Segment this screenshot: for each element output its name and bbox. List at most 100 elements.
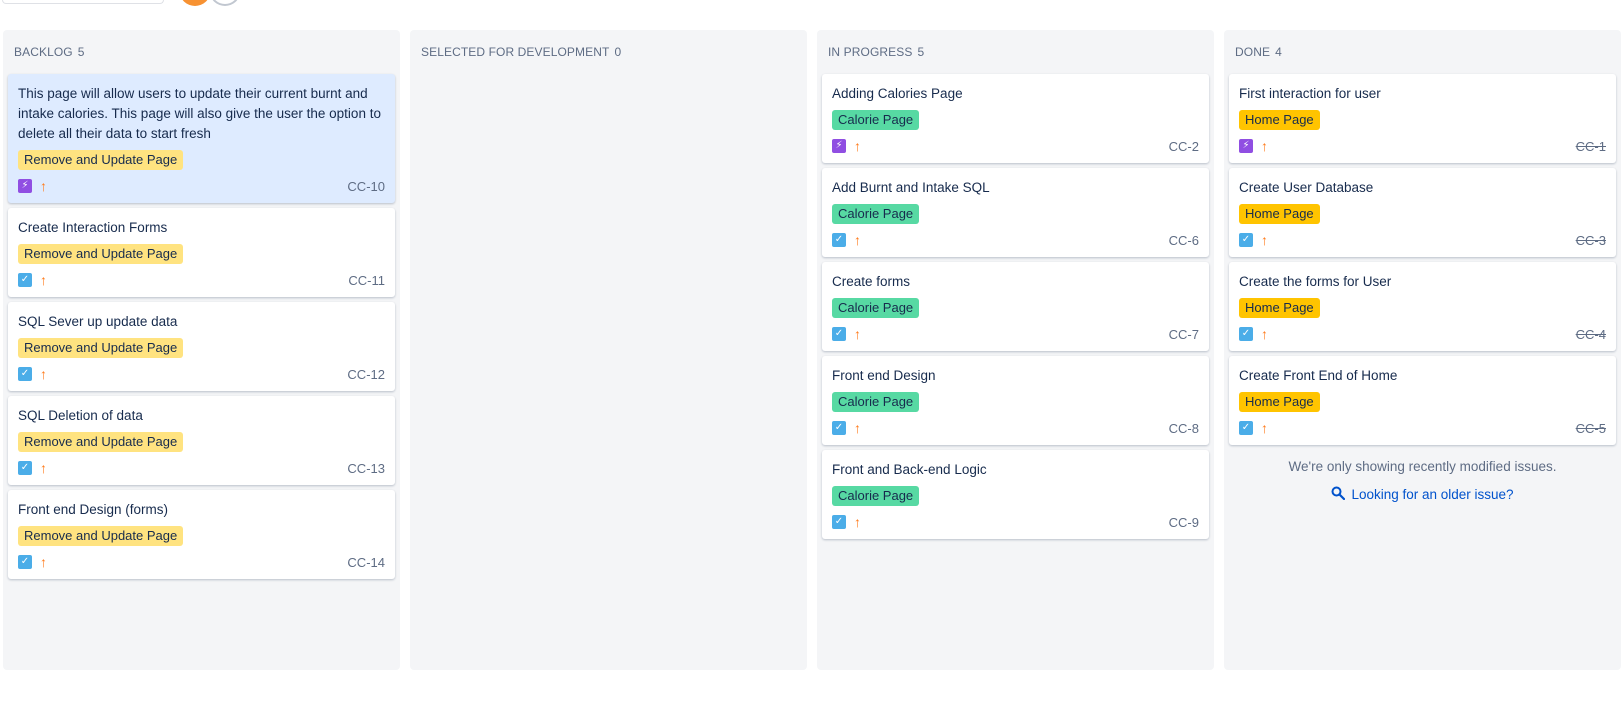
checkbox-icon: ✓ [832, 515, 846, 529]
card-footer: ✓ ↑ CC-6 [832, 231, 1199, 249]
issue-key[interactable]: CC-10 [347, 179, 385, 194]
column-selected-for-development[interactable]: SELECTED FOR DEVELOPMENT 0 [410, 30, 807, 670]
column-header: IN PROGRESS 5 [822, 30, 1209, 74]
card-title: SQL Sever up update data [18, 314, 178, 329]
older-issue-link[interactable]: Looking for an older issue? [1229, 486, 1616, 503]
issue-card[interactable]: Create Front End of Home Home Page ✓ ↑ C… [1229, 356, 1616, 445]
issue-card[interactable]: Front and Back-end Logic Calorie Page ✓ … [822, 450, 1209, 539]
card-title: Front and Back-end Logic [832, 462, 987, 477]
issue-key[interactable]: CC-6 [1169, 233, 1199, 248]
column-done: DONE 4 First interaction for user Home P… [1224, 30, 1621, 670]
card-title: Create the forms for User [1239, 274, 1392, 289]
card-title: Add Burnt and Intake SQL [832, 180, 990, 195]
avatar[interactable] [180, 0, 210, 6]
issue-card[interactable]: Front end Design (forms) Remove and Upda… [8, 490, 395, 579]
card-footer: ✓ ↑ CC-13 [18, 459, 385, 477]
issue-key[interactable]: CC-13 [347, 461, 385, 476]
issue-card[interactable]: Adding Calories Page Calorie Page ⚡ ↑ CC… [822, 74, 1209, 163]
arrow-up-icon: ↑ [854, 420, 861, 436]
epic-label: Calorie Page [832, 486, 920, 506]
card-footer: ⚡ ↑ CC-2 [832, 137, 1199, 155]
arrow-up-icon: ↑ [40, 366, 47, 382]
arrow-up-icon: ↑ [1261, 326, 1268, 342]
epic-label: Calorie Page [832, 110, 920, 130]
lightning-icon: ⚡ [18, 179, 32, 193]
card-footer: ✓ ↑ CC-14 [18, 553, 385, 571]
column-backlog: BACKLOG 5 This page will allow users to … [3, 30, 400, 670]
issue-card[interactable]: First interaction for user Home Page ⚡ ↑… [1229, 74, 1616, 163]
issue-key[interactable]: CC-12 [347, 367, 385, 382]
column-title: DONE [1235, 45, 1271, 59]
issue-card[interactable]: Create forms Calorie Page ✓ ↑ CC-7 [822, 262, 1209, 351]
epic-label: Remove and Update Page [18, 432, 184, 452]
arrow-up-icon: ↑ [854, 138, 861, 154]
card-footer: ✓ ↑ CC-11 [18, 271, 385, 289]
avatar[interactable] [210, 0, 240, 6]
arrow-up-icon: ↑ [854, 514, 861, 530]
card-footer: ✓ ↑ CC-12 [18, 365, 385, 383]
column-header: DONE 4 [1229, 30, 1616, 74]
checkbox-icon: ✓ [18, 461, 32, 475]
epic-label: Calorie Page [832, 298, 920, 318]
arrow-up-icon: ↑ [1261, 138, 1268, 154]
issue-key[interactable]: CC-11 [348, 273, 385, 288]
issue-key[interactable]: CC-9 [1169, 515, 1199, 530]
arrow-up-icon: ↑ [1261, 232, 1268, 248]
card-title: This page will allow users to update the… [18, 86, 381, 141]
lightning-icon: ⚡ [832, 139, 846, 153]
issue-key[interactable]: CC-2 [1169, 139, 1199, 154]
older-issue-link-label[interactable]: Looking for an older issue? [1351, 487, 1513, 502]
card-footer: ✓ ↑ CC-9 [832, 513, 1199, 531]
card-title: Create forms [832, 274, 911, 289]
card-title: Adding Calories Page [832, 86, 963, 101]
column-title: BACKLOG [14, 45, 73, 59]
checkbox-icon: ✓ [18, 367, 32, 381]
column-header: SELECTED FOR DEVELOPMENT 0 [415, 30, 802, 74]
column-count: 5 [917, 45, 925, 59]
top-toolbar [0, 0, 1622, 12]
card-title: Front end Design [832, 368, 936, 383]
issue-card[interactable]: SQL Sever up update data Remove and Upda… [8, 302, 395, 391]
issue-key[interactable]: CC-1 [1576, 139, 1606, 154]
issue-key[interactable]: CC-7 [1169, 327, 1199, 342]
issue-key[interactable]: CC-8 [1169, 421, 1199, 436]
checkbox-icon: ✓ [1239, 233, 1253, 247]
arrow-up-icon: ↑ [40, 272, 47, 288]
search-icon [1331, 486, 1346, 503]
checkbox-icon: ✓ [1239, 327, 1253, 341]
issue-card[interactable]: Add Burnt and Intake SQL Calorie Page ✓ … [822, 168, 1209, 257]
card-title: Front end Design (forms) [18, 502, 169, 517]
issue-card[interactable]: This page will allow users to update the… [8, 74, 395, 203]
epic-label: Remove and Update Page [18, 150, 184, 170]
epic-label: Remove and Update Page [18, 244, 184, 264]
epic-label: Home Page [1239, 110, 1320, 130]
column-count: 4 [1275, 45, 1282, 59]
arrow-up-icon: ↑ [40, 460, 47, 476]
issue-key[interactable]: CC-14 [347, 555, 385, 570]
epic-label: Remove and Update Page [18, 526, 184, 546]
card-footer: ⚡ ↑ CC-1 [1239, 137, 1606, 155]
arrow-up-icon: ↑ [854, 326, 861, 342]
card-title: First interaction for user [1239, 86, 1381, 101]
search-input[interactable] [2, 0, 164, 4]
issue-key[interactable]: CC-5 [1576, 421, 1606, 436]
issue-key[interactable]: CC-3 [1576, 233, 1606, 248]
issue-card[interactable]: Front end Design Calorie Page ✓ ↑ CC-8 [822, 356, 1209, 445]
issue-key[interactable]: CC-4 [1576, 327, 1606, 342]
card-title: Create Front End of Home [1239, 368, 1398, 383]
card-footer: ✓ ↑ CC-7 [832, 325, 1199, 343]
issue-card[interactable]: SQL Deletion of data Remove and Update P… [8, 396, 395, 485]
issue-card[interactable]: Create User Database Home Page ✓ ↑ CC-3 [1229, 168, 1616, 257]
checkbox-icon: ✓ [832, 327, 846, 341]
lightning-icon: ⚡ [1239, 139, 1253, 153]
issue-card[interactable]: Create Interaction Forms Remove and Upda… [8, 208, 395, 297]
column-title: IN PROGRESS [828, 45, 913, 59]
checkbox-icon: ✓ [18, 555, 32, 569]
column-title: SELECTED FOR DEVELOPMENT [421, 45, 610, 59]
checkbox-icon: ✓ [832, 421, 846, 435]
epic-label: Home Page [1239, 298, 1320, 318]
issue-card[interactable]: Create the forms for User Home Page ✓ ↑ … [1229, 262, 1616, 351]
kanban-board: BACKLOG 5 This page will allow users to … [3, 30, 1621, 670]
column-in-progress: IN PROGRESS 5 Adding Calories Page Calor… [817, 30, 1214, 670]
arrow-up-icon: ↑ [40, 554, 47, 570]
